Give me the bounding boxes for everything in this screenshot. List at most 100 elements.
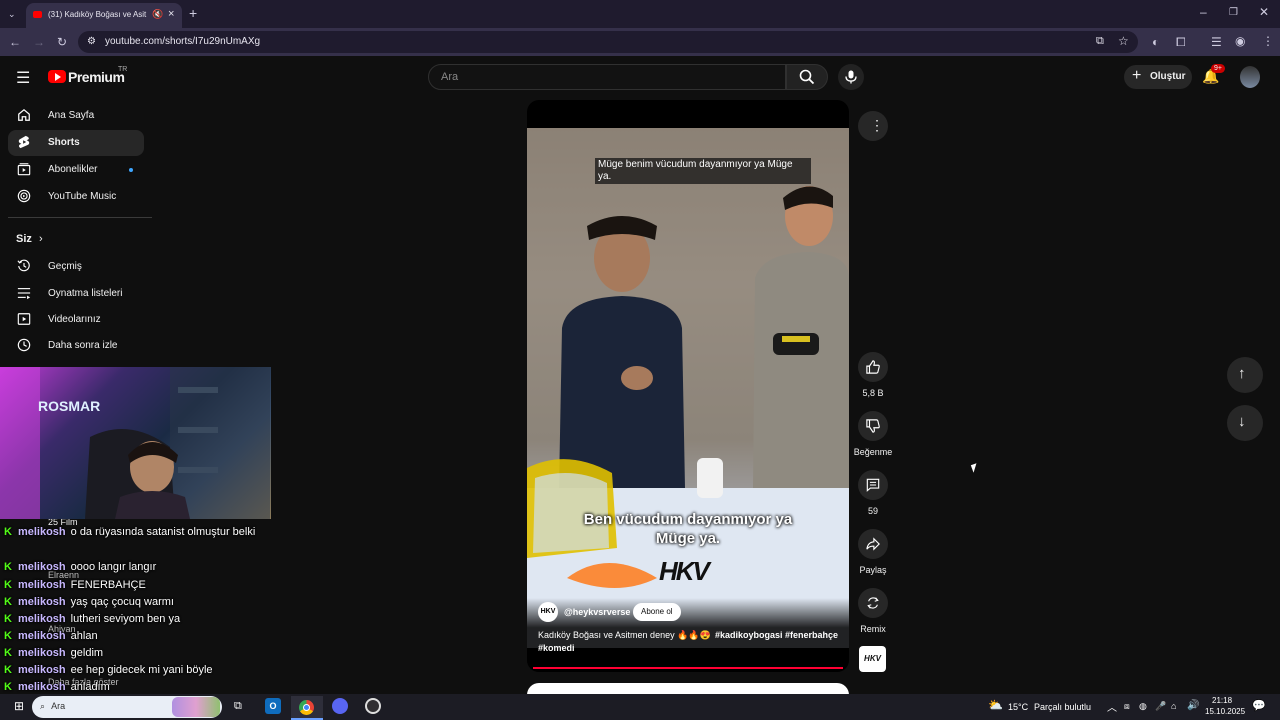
next-short-button[interactable]: ↓: [1227, 405, 1263, 441]
tray-app-icon-3[interactable]: 🎤: [1155, 701, 1166, 712]
share-button[interactable]: [858, 529, 888, 559]
channel-handle[interactable]: @heykvsrverse: [564, 607, 630, 617]
volume-icon[interactable]: 🔊: [1187, 700, 1199, 711]
media-control-icon[interactable]: ☰: [1211, 36, 1222, 48]
audio-source-thumbnail[interactable]: HKV: [859, 646, 886, 672]
remix-icon: [867, 597, 879, 609]
youtube-logo[interactable]: Premium TR: [48, 66, 128, 86]
notifications-button[interactable]: 🔔 9+: [1200, 64, 1225, 88]
search-input[interactable]: Ara: [428, 64, 786, 90]
channel-avatar[interactable]: HKV: [538, 602, 558, 622]
profile-avatar-icon[interactable]: ◉: [1235, 35, 1245, 47]
thumbs-down-icon: [866, 419, 880, 433]
app-taskbar-icon[interactable]: [332, 698, 348, 714]
chat-text: yaş qaç çocuq warmı: [70, 596, 174, 608]
tab-mute-icon[interactable]: 🔇: [152, 9, 163, 20]
browser-menu-icon[interactable]: ⋮: [1262, 35, 1274, 47]
sidebar-item-history[interactable]: Geçmiş: [8, 254, 144, 280]
subscribe-button[interactable]: Abone ol: [633, 603, 681, 621]
search-button[interactable]: [786, 64, 828, 90]
chat-message: Kmelikosh yaş qaç çocuq warmı: [4, 596, 174, 608]
tab-list-icon[interactable]: ⌄: [8, 8, 16, 20]
sidebar-item-shorts[interactable]: Shorts: [8, 130, 144, 156]
chat-message: Kmelikosh ahlan: [4, 630, 98, 642]
back-icon[interactable]: ←: [9, 36, 21, 48]
chat-message: Kmelikosh anladım: [4, 681, 110, 693]
voice-search-button[interactable]: [838, 64, 864, 90]
your-videos-icon: [17, 313, 31, 325]
network-icon[interactable]: ⌂: [1171, 701, 1176, 711]
create-button[interactable]: + Oluştur: [1124, 65, 1192, 89]
history-icon: [17, 259, 30, 272]
sidebar-item-home[interactable]: Ana Sayfa: [8, 103, 144, 129]
extensions-puzzle-icon[interactable]: ⧠: [1176, 36, 1186, 48]
shorts-video-player[interactable]: Müge benim vücudum dayanmıyor ya Müge ya…: [527, 100, 849, 672]
video-progress-bar[interactable]: [533, 667, 843, 669]
tray-chevron-up-icon[interactable]: ︿: [1107, 699, 1117, 714]
taskbar-search-box[interactable]: ⌕ Ara: [32, 696, 222, 718]
sidebar-item-label: Videolarınız: [48, 314, 101, 325]
hamburger-menu-icon[interactable]: ☰: [16, 68, 30, 88]
site-info-icon[interactable]: ⚙: [87, 36, 96, 47]
sidebar-item-label: YouTube Music: [48, 191, 117, 202]
more-options-button[interactable]: ⋮: [858, 111, 888, 141]
weather-icon[interactable]: ⛅: [988, 698, 1003, 712]
video-hashtags-2[interactable]: #komedi: [538, 643, 575, 653]
tab-close-icon[interactable]: ×: [168, 8, 174, 20]
reload-icon[interactable]: ↻: [57, 36, 67, 48]
tray-app-icon-2[interactable]: ◍: [1139, 701, 1147, 712]
chat-username: melikosh: [17, 561, 66, 573]
sidebar-item-subscriptions[interactable]: Abonelikler: [8, 157, 144, 183]
remix-button[interactable]: [858, 588, 888, 618]
chat-username: melikosh: [17, 579, 66, 591]
tab-title: (31) Kadıköy Boğası ve Asit: [48, 10, 147, 19]
clock-time[interactable]: 21:18: [1212, 696, 1232, 705]
kick-badge-icon: K: [4, 613, 12, 625]
share-label: Paylaş: [859, 565, 887, 575]
chat-username: melikosh: [17, 526, 66, 538]
mouse-cursor-icon: [970, 463, 980, 473]
restore-icon[interactable]: ❐: [1229, 7, 1238, 19]
chrome-taskbar-icon[interactable]: [291, 696, 323, 720]
bookmark-star-icon[interactable]: ☆: [1118, 34, 1129, 48]
plus-icon: +: [1132, 67, 1142, 84]
notification-center-icon[interactable]: 💬: [1252, 699, 1266, 712]
weather-temperature[interactable]: 15°C: [1008, 702, 1028, 712]
arrow-down-icon: ↓: [1238, 413, 1246, 430]
account-avatar[interactable]: [1240, 66, 1260, 88]
like-button[interactable]: [858, 352, 888, 382]
sidebar-item-label: Ana Sayfa: [48, 110, 95, 121]
remix-label: Remix: [860, 624, 886, 634]
create-label: Oluştur: [1150, 71, 1186, 82]
forward-icon[interactable]: →: [33, 36, 45, 48]
sidebar-item-playlists[interactable]: Oynatma listeleri: [8, 281, 144, 307]
sidebar-item-your-videos[interactable]: Videolarınız: [8, 307, 144, 333]
clock-date[interactable]: 15.10.2025: [1205, 707, 1245, 716]
comments-button[interactable]: [858, 470, 888, 500]
sidebar-item-watch-later[interactable]: Daha sonra izle: [8, 333, 144, 359]
start-icon[interactable]: ⊞: [14, 699, 24, 713]
tray-app-icon[interactable]: ⧈: [1124, 701, 1130, 712]
channel-watermark-logo: HKV: [659, 556, 710, 586]
chat-username: melikosh: [17, 647, 66, 659]
previous-short-button[interactable]: ↑: [1227, 357, 1263, 393]
outlook-icon[interactable]: O: [265, 698, 281, 714]
install-app-icon[interactable]: ⧉: [1096, 35, 1104, 48]
sidebar-item-label: Daha sonra izle: [48, 340, 118, 351]
dislike-button[interactable]: [858, 411, 888, 441]
sidebar-you-section[interactable]: Siz ›: [16, 233, 43, 245]
country-code: TR: [118, 66, 128, 73]
task-view-icon[interactable]: ⧉: [234, 700, 242, 713]
new-tab-icon[interactable]: +: [189, 6, 197, 20]
chevron-right-icon: ›: [38, 233, 43, 245]
extension-icon[interactable]: ◐: [1152, 36, 1159, 48]
minimize-icon[interactable]: –: [1200, 6, 1207, 18]
close-window-icon[interactable]: ✕: [1259, 6, 1269, 18]
browser-tab[interactable]: (31) Kadıköy Boğası ve Asit 🔇 ×: [26, 3, 182, 28]
weather-condition[interactable]: Parçalı bulutlu: [1034, 702, 1091, 712]
obs-taskbar-icon[interactable]: [365, 698, 381, 714]
address-bar[interactable]: ⚙ youtube.com/shorts/I7u29nUmAXg ⧉ ☆: [78, 31, 1138, 53]
sidebar-item-youtube-music[interactable]: YouTube Music: [8, 184, 144, 210]
chat-message: Kmelikosh FENERBAHÇE: [4, 579, 146, 591]
video-hashtags[interactable]: #kadikoybogasi #fenerbahçe: [715, 630, 838, 640]
